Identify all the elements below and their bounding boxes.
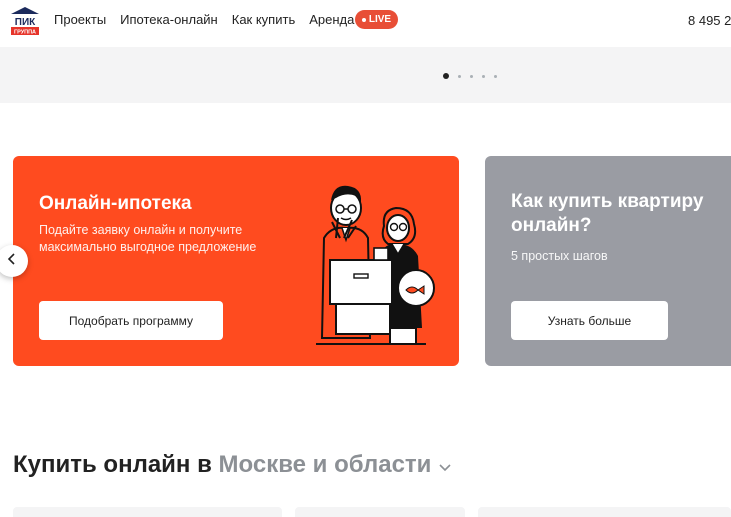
slider-dots [443, 73, 497, 79]
chevron-down-icon[interactable] [435, 459, 451, 475]
nav-item-projects[interactable]: Проекты [54, 12, 106, 28]
pik-logo[interactable]: ПИК ГРУППА [10, 6, 40, 36]
card-subtitle: Подайте заявку онлайн и получите максима… [39, 223, 257, 254]
site-header: ПИК ГРУППА Проекты Ипотека-онлайн Как ку… [0, 0, 731, 42]
chevron-left-icon [7, 252, 17, 270]
main-nav: Проекты Ипотека-онлайн Как купить Аренда [54, 12, 354, 28]
slider-dot[interactable] [470, 74, 473, 78]
city-selector[interactable]: Москве и области [219, 451, 432, 478]
heading-prefix: Купить онлайн в [13, 451, 219, 478]
card-subtitle: 5 простых шагов [511, 249, 608, 263]
nav-item-mortgage[interactable]: Ипотека-онлайн [120, 12, 218, 28]
phone-number[interactable]: 8 495 2 [688, 13, 731, 28]
card-title: Онлайн-ипотека [39, 193, 192, 214]
promo-banner-strip [0, 47, 731, 103]
slider-dot[interactable] [494, 74, 497, 78]
nav-item-rent[interactable]: Аренда [309, 12, 354, 28]
card-title: Как купить квартиру онлайн? [511, 191, 704, 236]
project-card[interactable] [295, 507, 465, 517]
logo-subtext: ГРУППА [14, 30, 36, 36]
nav-item-how-to-buy[interactable]: Как купить [232, 12, 295, 28]
live-badge[interactable]: LIVE [355, 10, 398, 29]
logo-wordmark: ПИК [15, 17, 36, 28]
live-label: LIVE [368, 14, 392, 25]
slider-dot-active[interactable] [443, 73, 449, 79]
slider-dot[interactable] [458, 74, 461, 78]
learn-more-button[interactable]: Узнать больше [511, 301, 668, 340]
choose-program-button[interactable]: Подобрать программу [39, 301, 223, 340]
buy-online-heading: Купить онлайн в Москве и области [13, 451, 451, 479]
mortgage-online-card[interactable]: Онлайн-ипотека Подайте заявку онлайн и п… [13, 156, 459, 366]
project-card[interactable] [13, 507, 282, 517]
project-card[interactable] [478, 507, 731, 517]
how-to-buy-card[interactable]: Как купить квартиру онлайн? 5 простых ша… [485, 156, 731, 366]
couple-illustration [296, 178, 446, 348]
slider-dot[interactable] [482, 74, 485, 78]
live-dot-icon [361, 17, 366, 22]
